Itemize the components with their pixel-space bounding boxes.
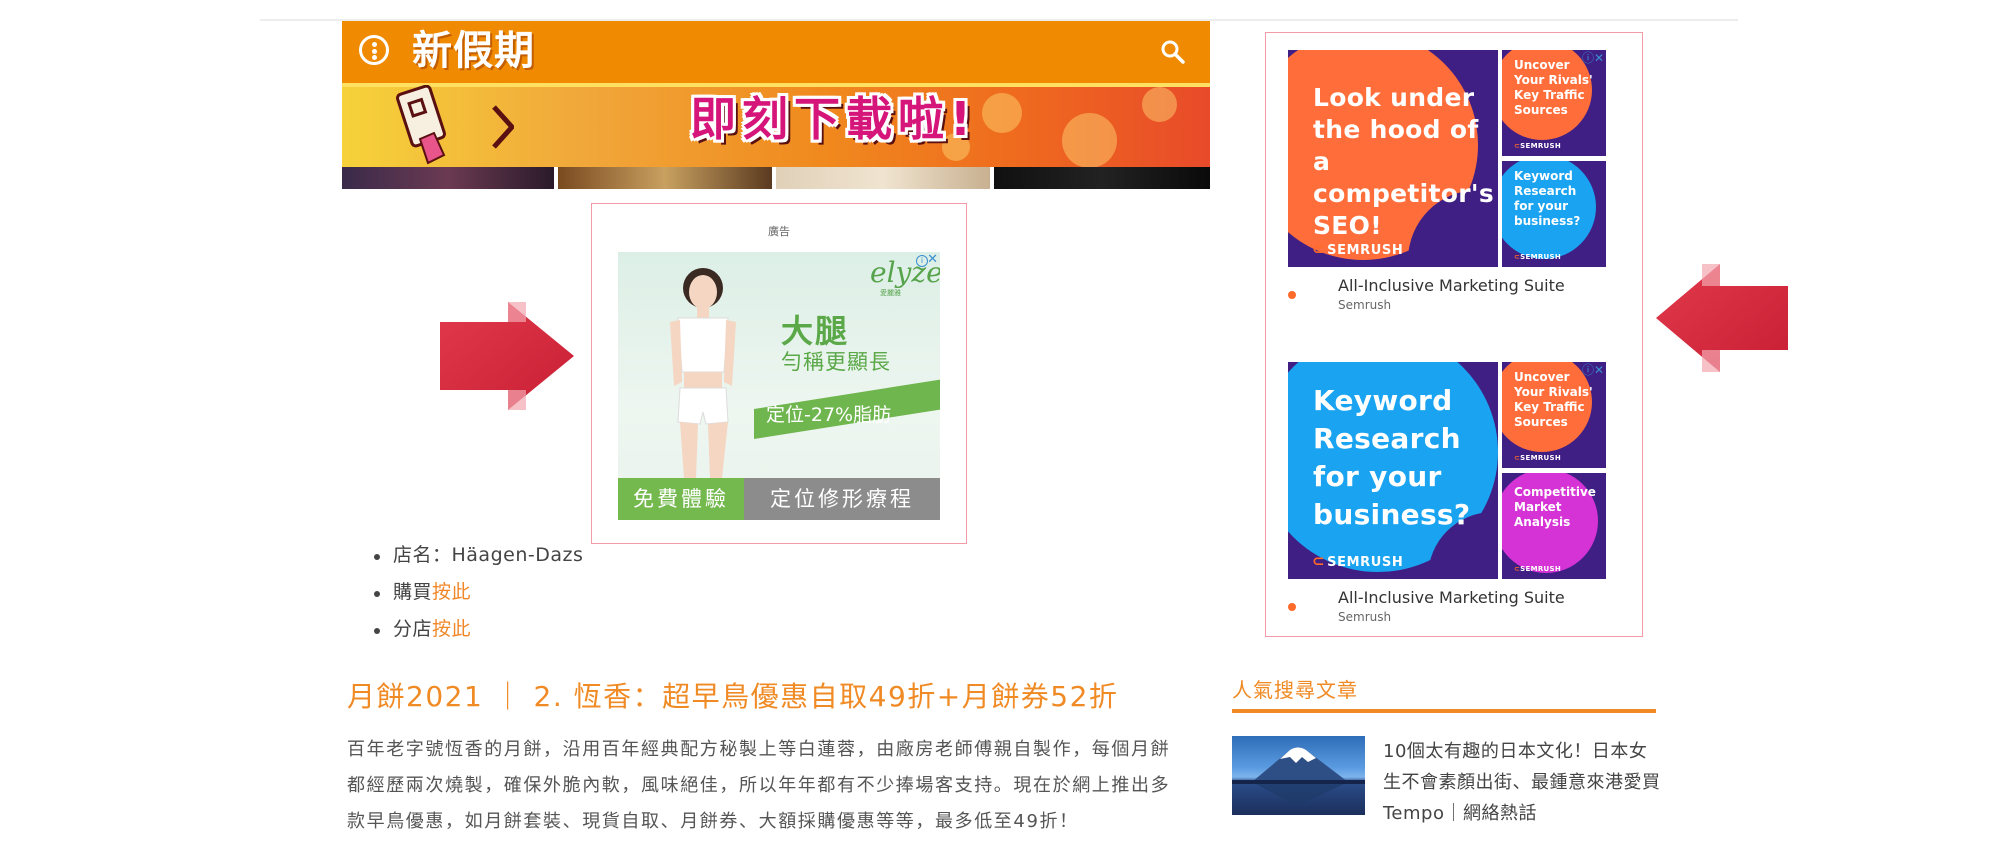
- arrow-right-icon: [440, 302, 574, 410]
- elyze-brand-sub: 愛麗雅: [880, 289, 901, 297]
- list-item: 購買按此: [372, 577, 583, 614]
- article-heading: 月餅2021 ｜ 2. 恆香：超早鳥優惠自取49折+月餅券52折: [347, 680, 1119, 713]
- ad-caption[interactable]: All-Inclusive Marketing Suite: [1338, 588, 1565, 607]
- ad-brand: Semrush: [1338, 298, 1392, 312]
- model-figure: [670, 268, 736, 478]
- ad-brand: Semrush: [1338, 610, 1392, 624]
- banner-download-strip[interactable]: 即刻下載啦!: [342, 83, 1210, 168]
- app-download-banner[interactable]: 新假期 即刻下載啦!: [342, 21, 1210, 189]
- arrow-left-icon: [1656, 264, 1788, 372]
- center-ad-container: 廣告 elyze 愛麗雅 i ✕ 大腿 勻稱更顯長 定位-27%脂肪 免費體驗 …: [591, 203, 967, 544]
- ad-label: 廣告: [768, 225, 790, 238]
- ad-caption[interactable]: All-Inclusive Marketing Suite: [1338, 276, 1565, 295]
- semrush-ad-small[interactable]: Keyword Research for your business? ⊂SEM…: [1502, 161, 1606, 267]
- mount-fuji-image: [1232, 747, 1365, 804]
- popular-section-divider: [1232, 709, 1656, 713]
- branch-link[interactable]: 按此: [432, 618, 471, 640]
- semrush-ad-small[interactable]: Uncover Your Rivals' Key Traffic Sources…: [1502, 50, 1606, 156]
- article-line: 百年老字號恆香的月餅，沿用百年經典配方秘製上等白蓮蓉，由廠房老師傅親自製作，每個…: [347, 739, 1171, 760]
- banner-cta-text: 即刻下載啦!: [690, 92, 977, 146]
- semrush-ad[interactable]: Look under the hood of a competitor's SE…: [1288, 50, 1606, 312]
- adchoices-icon[interactable]: ⓘ✕: [1582, 362, 1604, 378]
- menu-dots-icon[interactable]: [359, 35, 389, 65]
- phone-qr-icon: [396, 85, 446, 165]
- treatment-button[interactable]: 定位修形療程: [744, 478, 940, 520]
- popular-article-thumbnail[interactable]: [1232, 736, 1365, 815]
- ad-close-icon[interactable]: ✕: [927, 252, 938, 267]
- popular-article-title[interactable]: 10個太有趣的日本文化！日本女生不會素顏出街、最鍾意來港愛買Tempo｜網絡熱話: [1383, 736, 1663, 829]
- list-item: 分店按此: [372, 614, 583, 651]
- buy-link[interactable]: 按此: [432, 581, 471, 603]
- semrush-ad-main[interactable]: Keyword Research for your business? ⊂ SEM…: [1288, 362, 1498, 579]
- semrush-favicon-icon: [1288, 291, 1296, 299]
- chevron-right-icon: [492, 105, 514, 149]
- article-line: 都經歷兩次燒製，確保外脆內軟，風味絕佳，所以年年都有不少捧場客支持。現在於網上推…: [347, 775, 1171, 796]
- banner-logo: 新假期: [412, 28, 535, 74]
- popular-article-item[interactable]: 10個太有趣的日本文化！日本女生不會素顏出街、最鍾意來港愛買Tempo｜網絡熱話: [1232, 736, 1662, 826]
- semrush-logo: ⊂ SEMRUSH: [1312, 240, 1404, 258]
- semrush-ad-main[interactable]: Look under the hood of a competitor's SE…: [1288, 50, 1498, 267]
- banner-header: 新假期: [342, 21, 1210, 83]
- search-icon[interactable]: [1160, 39, 1186, 65]
- semrush-logo: ⊂ SEMRUSH: [1312, 552, 1404, 570]
- list-item: 店名：Häagen-Dazs: [372, 540, 583, 577]
- adchoices-icon[interactable]: ⓘ✕: [1582, 50, 1604, 66]
- elyze-tag: 定位-27%脂肪: [754, 378, 940, 440]
- store-info-list: 店名：Häagen-Dazs 購買按此 分店按此: [372, 540, 583, 651]
- semrush-ad-small[interactable]: Competitive Market Analysis ⊂SEMRUSH: [1502, 473, 1606, 579]
- article-body: 百年老字號恆香的月餅，沿用百年經典配方秘製上等白蓮蓉，由廠房老師傅親自製作，每個…: [347, 732, 1205, 840]
- right-ad-container: Look under the hood of a competitor's SE…: [1265, 32, 1643, 637]
- elyze-ad-banner[interactable]: elyze 愛麗雅 i ✕ 大腿 勻稱更顯長 定位-27%脂肪 免費體驗 定位修…: [618, 252, 940, 520]
- elyze-subheadline: 勻稱更顯長: [781, 350, 891, 374]
- article-line: 款早鳥優惠，如月餅套裝、現貨自取、月餅券、大額採購優惠等等，最多低至49折！: [347, 811, 1079, 832]
- free-trial-button[interactable]: 免費體驗: [618, 478, 744, 520]
- semrush-ad-small[interactable]: Uncover Your Rivals' Key Traffic Sources…: [1502, 362, 1606, 468]
- banner-photo-strip: [342, 167, 1210, 189]
- semrush-ad[interactable]: Keyword Research for your business? ⊂ SEM…: [1288, 362, 1606, 624]
- semrush-favicon-icon: [1288, 603, 1296, 611]
- popular-section-title: 人氣搜尋文章: [1232, 678, 1358, 702]
